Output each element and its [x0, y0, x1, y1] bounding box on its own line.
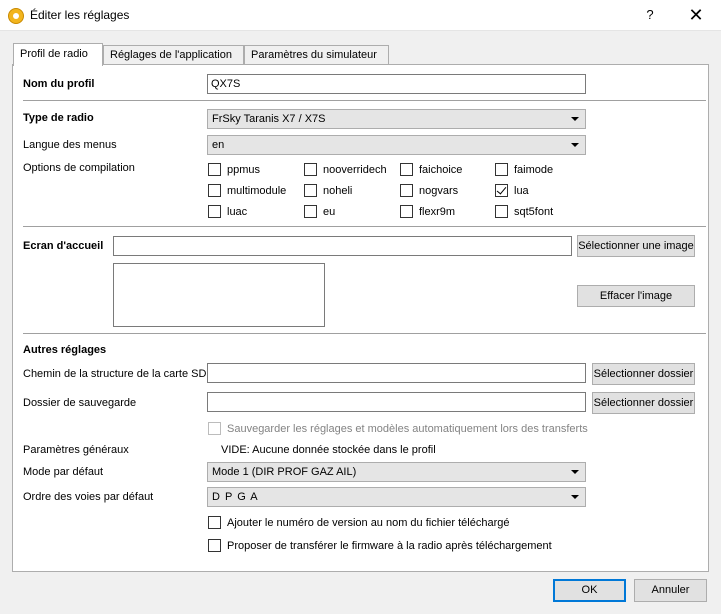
separator [23, 226, 706, 227]
option-checkbox-checked[interactable] [495, 184, 508, 197]
menu-language-value: en [212, 139, 225, 151]
tab-radio-profile[interactable]: Profil de radio [13, 43, 103, 66]
close-button[interactable]: ✕ [684, 4, 708, 26]
ok-button[interactable]: OK [553, 579, 626, 602]
clear-image-button[interactable]: Effacer l'image [577, 285, 695, 307]
cancel-button[interactable]: Annuler [634, 579, 707, 602]
menu-language-select[interactable]: en [207, 135, 586, 155]
option-checkbox[interactable] [495, 163, 508, 176]
offer-flash-checkbox[interactable] [208, 539, 221, 552]
option-label: lua [514, 185, 529, 197]
tab-app-settings[interactable]: Réglages de l'application [103, 45, 244, 65]
splash-screen-input[interactable] [113, 236, 572, 256]
append-version-checkbox[interactable] [208, 516, 221, 529]
option-label: nogvars [419, 185, 459, 197]
default-mode-value: Mode 1 (DIR PROF GAZ AIL) [212, 466, 357, 478]
option-checkbox[interactable] [208, 205, 221, 218]
append-version-label: Ajouter le numéro de version au nom du f… [227, 517, 510, 529]
option-checkbox[interactable] [208, 163, 221, 176]
splash-screen-label: Ecran d'accueil [23, 240, 104, 252]
channel-order-select[interactable]: D P G A [207, 487, 586, 507]
option-label: flexr9m [419, 206, 456, 218]
option-checkbox[interactable] [304, 163, 317, 176]
option-checkbox[interactable] [400, 205, 413, 218]
option-label: luac [227, 206, 248, 218]
general-params-value: VIDE: Aucune donnée stockée dans le prof… [221, 444, 436, 456]
option-checkbox[interactable] [400, 184, 413, 197]
backup-folder-input[interactable] [207, 392, 586, 412]
splash-image-preview [113, 263, 325, 327]
option-label: eu [323, 206, 336, 218]
separator [23, 333, 706, 334]
offer-flash-label: Proposer de transférer le firmware à la … [227, 540, 552, 552]
window-title: Éditer les réglages [30, 8, 130, 22]
settings-panel: Nom du profil QX7S Type de radio FrSky T… [12, 64, 709, 572]
menu-language-label: Langue des menus [23, 139, 117, 151]
option-label: faimode [514, 164, 554, 176]
profile-name-label: Nom du profil [23, 78, 95, 90]
general-params-label: Paramètres généraux [23, 444, 129, 456]
chevron-down-icon [571, 495, 579, 499]
profile-name-input[interactable]: QX7S [207, 74, 586, 94]
radio-type-select[interactable]: FrSky Taranis X7 / X7S [207, 109, 586, 129]
radio-type-value: FrSky Taranis X7 / X7S [212, 113, 326, 125]
default-mode-select[interactable]: Mode 1 (DIR PROF GAZ AIL) [207, 462, 586, 482]
chevron-down-icon [571, 117, 579, 121]
select-sd-folder-button[interactable]: Sélectionner dossier [592, 363, 695, 385]
option-checkbox[interactable] [304, 184, 317, 197]
option-checkbox[interactable] [495, 205, 508, 218]
build-options-label: Options de compilation [23, 162, 135, 174]
auto-backup-checkbox[interactable] [208, 422, 221, 435]
backup-folder-label: Dossier de sauvegarde [23, 397, 137, 409]
tab-simulator-settings[interactable]: Paramètres du simulateur [244, 45, 389, 65]
channel-order-label: Ordre des voies par défaut [23, 491, 154, 503]
separator [23, 100, 706, 101]
chevron-down-icon [571, 143, 579, 147]
channel-order-value: D P G A [212, 491, 259, 503]
option-checkbox[interactable] [304, 205, 317, 218]
auto-backup-label: Sauvegarder les réglages et modèles auto… [227, 423, 588, 435]
option-label: faichoice [419, 164, 463, 176]
option-label: ppmus [227, 164, 261, 176]
app-gear-icon [8, 8, 24, 24]
sd-path-label: Chemin de la structure de la carte SD [23, 368, 207, 380]
option-label: multimodule [227, 185, 287, 197]
option-checkbox[interactable] [400, 163, 413, 176]
option-checkbox[interactable] [208, 184, 221, 197]
title-bar: Éditer les réglages ? ✕ [0, 0, 721, 31]
option-label: nooverridech [323, 164, 387, 176]
select-image-button[interactable]: Sélectionner une image [577, 235, 695, 257]
help-button[interactable]: ? [640, 7, 660, 22]
chevron-down-icon [571, 470, 579, 474]
other-settings-heading: Autres réglages [23, 344, 107, 356]
select-backup-folder-button[interactable]: Sélectionner dossier [592, 392, 695, 414]
default-mode-label: Mode par défaut [23, 466, 104, 478]
radio-type-label: Type de radio [23, 112, 94, 124]
option-label: noheli [323, 185, 353, 197]
sd-path-input[interactable] [207, 363, 586, 383]
option-label: sqt5font [514, 206, 554, 218]
